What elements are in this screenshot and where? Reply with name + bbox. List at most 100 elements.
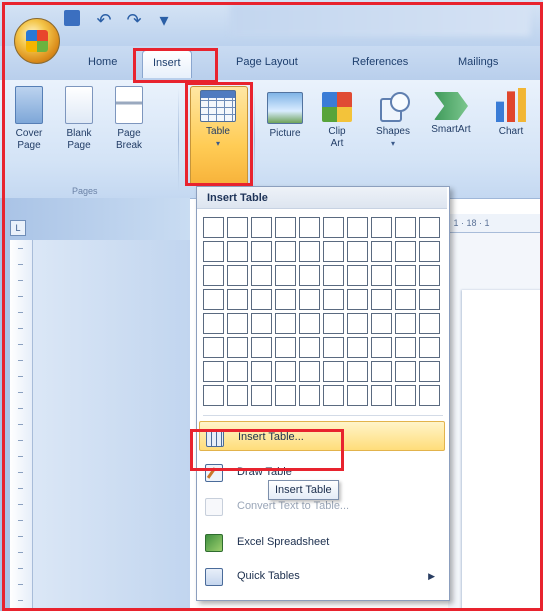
grid-cell[interactable]: [395, 289, 416, 310]
grid-cell[interactable]: [323, 337, 344, 358]
menu-item-quick-tables[interactable]: Quick Tables ▶: [199, 561, 445, 591]
vertical-ruler[interactable]: [10, 240, 33, 611]
grid-cell[interactable]: [323, 289, 344, 310]
grid-cell[interactable]: [203, 337, 224, 358]
grid-cell[interactable]: [323, 241, 344, 262]
grid-cell[interactable]: [347, 241, 368, 262]
picture-button[interactable]: Picture: [262, 86, 308, 140]
grid-cell[interactable]: [395, 361, 416, 382]
grid-cell[interactable]: [419, 265, 440, 286]
grid-cell[interactable]: [347, 217, 368, 238]
grid-cell[interactable]: [419, 217, 440, 238]
grid-cell[interactable]: [203, 217, 224, 238]
grid-cell[interactable]: [203, 385, 224, 406]
grid-cell[interactable]: [395, 313, 416, 334]
grid-cell[interactable]: [275, 385, 296, 406]
grid-cell[interactable]: [395, 217, 416, 238]
grid-cell[interactable]: [395, 337, 416, 358]
grid-cell[interactable]: [227, 217, 248, 238]
tab-page-layout[interactable]: Page Layout: [236, 56, 298, 68]
grid-cell[interactable]: [419, 361, 440, 382]
grid-cell[interactable]: [275, 289, 296, 310]
grid-cell[interactable]: [347, 361, 368, 382]
menu-item-excel-spreadsheet[interactable]: Excel Spreadsheet: [199, 527, 445, 557]
grid-cell[interactable]: [371, 361, 392, 382]
grid-cell[interactable]: [203, 361, 224, 382]
tab-home[interactable]: Home: [88, 56, 117, 68]
document-page[interactable]: [462, 290, 543, 611]
grid-cell[interactable]: [203, 241, 224, 262]
grid-cell[interactable]: [299, 337, 320, 358]
grid-cell[interactable]: [203, 265, 224, 286]
grid-cell[interactable]: [299, 265, 320, 286]
tab-references[interactable]: References: [352, 56, 408, 68]
grid-cell[interactable]: [251, 313, 272, 334]
grid-cell[interactable]: [227, 361, 248, 382]
grid-cell[interactable]: [299, 217, 320, 238]
page-break-button[interactable]: Page Break: [106, 86, 152, 152]
grid-cell[interactable]: [299, 289, 320, 310]
grid-cell[interactable]: [371, 313, 392, 334]
grid-cell[interactable]: [323, 361, 344, 382]
grid-cell[interactable]: [275, 241, 296, 262]
horizontal-ruler[interactable]: · 1 · 18 · 1: [448, 214, 543, 233]
grid-cell[interactable]: [275, 217, 296, 238]
grid-cell[interactable]: [227, 265, 248, 286]
grid-cell[interactable]: [299, 361, 320, 382]
grid-cell[interactable]: [251, 337, 272, 358]
grid-cell[interactable]: [251, 217, 272, 238]
redo-icon[interactable]: ↷: [124, 10, 144, 30]
grid-cell[interactable]: [299, 241, 320, 262]
grid-cell[interactable]: [371, 217, 392, 238]
grid-cell[interactable]: [371, 385, 392, 406]
grid-cell[interactable]: [419, 289, 440, 310]
grid-cell[interactable]: [275, 313, 296, 334]
grid-cell[interactable]: [275, 337, 296, 358]
grid-cell[interactable]: [251, 241, 272, 262]
grid-cell[interactable]: [227, 289, 248, 310]
grid-cell[interactable]: [299, 313, 320, 334]
grid-cell[interactable]: [419, 313, 440, 334]
smartart-button[interactable]: SmartArt: [428, 86, 474, 136]
blank-page-button[interactable]: Blank Page: [56, 86, 102, 152]
grid-cell[interactable]: [275, 361, 296, 382]
customize-icon[interactable]: ▾: [154, 10, 174, 30]
grid-cell[interactable]: [347, 289, 368, 310]
chart-button[interactable]: Chart: [488, 86, 534, 138]
grid-cell[interactable]: [203, 313, 224, 334]
grid-cell[interactable]: [227, 241, 248, 262]
ruler-tab-selector[interactable]: L: [10, 220, 26, 236]
grid-cell[interactable]: [323, 217, 344, 238]
grid-cell[interactable]: [227, 337, 248, 358]
grid-cell[interactable]: [419, 241, 440, 262]
shapes-button[interactable]: Shapes ▾: [370, 86, 416, 150]
grid-cell[interactable]: [371, 265, 392, 286]
grid-cell[interactable]: [371, 337, 392, 358]
undo-icon[interactable]: ↶: [94, 10, 114, 30]
grid-cell[interactable]: [251, 385, 272, 406]
grid-cell[interactable]: [347, 337, 368, 358]
grid-cell[interactable]: [347, 385, 368, 406]
grid-cell[interactable]: [395, 241, 416, 262]
grid-cell[interactable]: [371, 241, 392, 262]
grid-cell[interactable]: [395, 265, 416, 286]
tab-mailings[interactable]: Mailings: [458, 56, 498, 68]
office-button[interactable]: [14, 18, 60, 64]
grid-cell[interactable]: [395, 385, 416, 406]
grid-cell[interactable]: [323, 385, 344, 406]
grid-cell[interactable]: [323, 313, 344, 334]
clip-art-button[interactable]: Clip Art: [314, 86, 360, 150]
grid-cell[interactable]: [299, 385, 320, 406]
grid-cell[interactable]: [419, 337, 440, 358]
grid-cell[interactable]: [251, 361, 272, 382]
grid-cell[interactable]: [227, 385, 248, 406]
grid-cell[interactable]: [371, 289, 392, 310]
grid-cell[interactable]: [419, 385, 440, 406]
grid-cell[interactable]: [323, 265, 344, 286]
grid-cell[interactable]: [227, 313, 248, 334]
grid-cell[interactable]: [203, 289, 224, 310]
grid-cell[interactable]: [347, 265, 368, 286]
grid-cell[interactable]: [275, 265, 296, 286]
grid-cell[interactable]: [347, 313, 368, 334]
cover-page-button[interactable]: Cover Page: [6, 86, 52, 152]
